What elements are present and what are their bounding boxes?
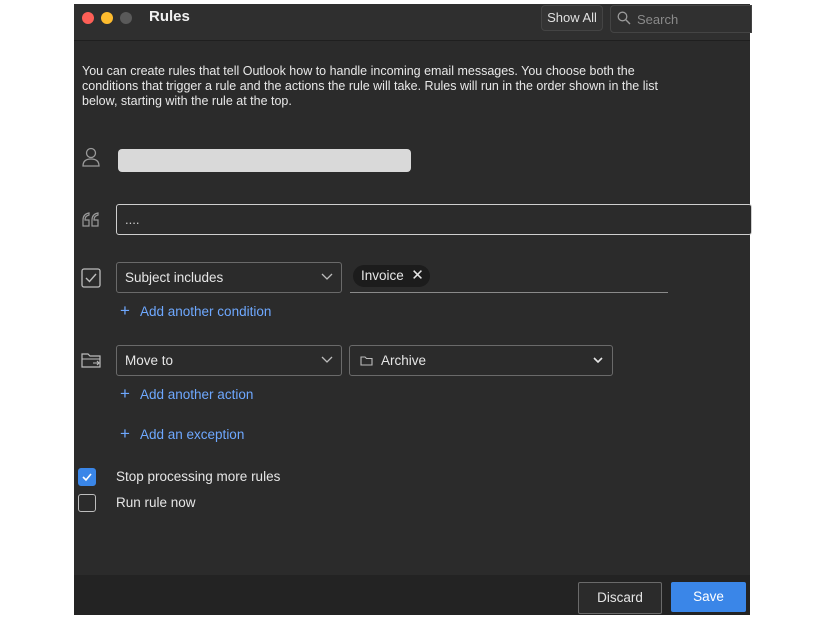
condition-token: Invoice ✕ — [353, 265, 430, 287]
rules-window: Rules Show All Search You can create rul… — [74, 4, 752, 615]
run-rule-now-label: Run rule now — [116, 495, 196, 510]
quote-icon — [80, 209, 102, 231]
person-icon — [80, 146, 102, 168]
chevron-down-icon — [593, 357, 603, 364]
condition-type-label: Subject includes — [125, 270, 224, 285]
rule-name-input[interactable]: .... — [116, 204, 752, 235]
show-all-button[interactable]: Show All — [541, 5, 603, 31]
add-action-label: Add another action — [140, 387, 254, 402]
action-type-dropdown[interactable]: Move to — [116, 345, 342, 376]
condition-value-input[interactable]: Invoice ✕ — [350, 262, 668, 293]
zoom-window-button[interactable] — [120, 12, 132, 24]
footer-bar: Discard Save — [74, 575, 750, 615]
add-action-link[interactable]: + Add another action — [120, 385, 253, 404]
condition-type-dropdown[interactable]: Subject includes — [116, 262, 342, 293]
title-bar: Rules Show All Search — [74, 4, 752, 41]
search-input[interactable]: Search — [610, 5, 752, 33]
minimize-window-button[interactable] — [101, 12, 113, 24]
window-title: Rules — [149, 8, 190, 25]
plus-icon: + — [120, 384, 130, 403]
add-exception-link[interactable]: + Add an exception — [120, 425, 244, 444]
folder-move-icon — [80, 349, 102, 371]
stop-processing-checkbox[interactable] — [78, 468, 96, 486]
chevron-down-icon — [321, 273, 333, 280]
search-icon — [617, 11, 631, 25]
plus-icon: + — [120, 424, 130, 443]
chevron-down-icon — [321, 356, 333, 363]
condition-token-label: Invoice — [361, 268, 404, 283]
add-condition-label: Add another condition — [140, 304, 272, 319]
checkmark-icon — [82, 473, 92, 482]
save-button[interactable]: Save — [671, 582, 746, 612]
from-field[interactable] — [118, 149, 411, 172]
close-window-button[interactable] — [82, 12, 94, 24]
folder-label: Archive — [381, 353, 427, 368]
run-rule-now-checkbox[interactable] — [78, 494, 96, 512]
search-placeholder: Search — [637, 12, 679, 27]
intro-text: You can create rules that tell Outlook h… — [82, 64, 658, 108]
condition-checkbox-icon — [80, 267, 102, 289]
folder-icon — [360, 356, 373, 366]
add-condition-link[interactable]: + Add another condition — [120, 302, 271, 321]
discard-button[interactable]: Discard — [578, 582, 662, 614]
action-type-label: Move to — [125, 353, 174, 368]
plus-icon: + — [120, 301, 130, 320]
remove-token-icon[interactable]: ✕ — [411, 265, 424, 287]
stop-processing-label: Stop processing more rules — [116, 469, 281, 484]
add-exception-label: Add an exception — [140, 427, 245, 442]
folder-dropdown[interactable]: Archive — [349, 345, 613, 376]
